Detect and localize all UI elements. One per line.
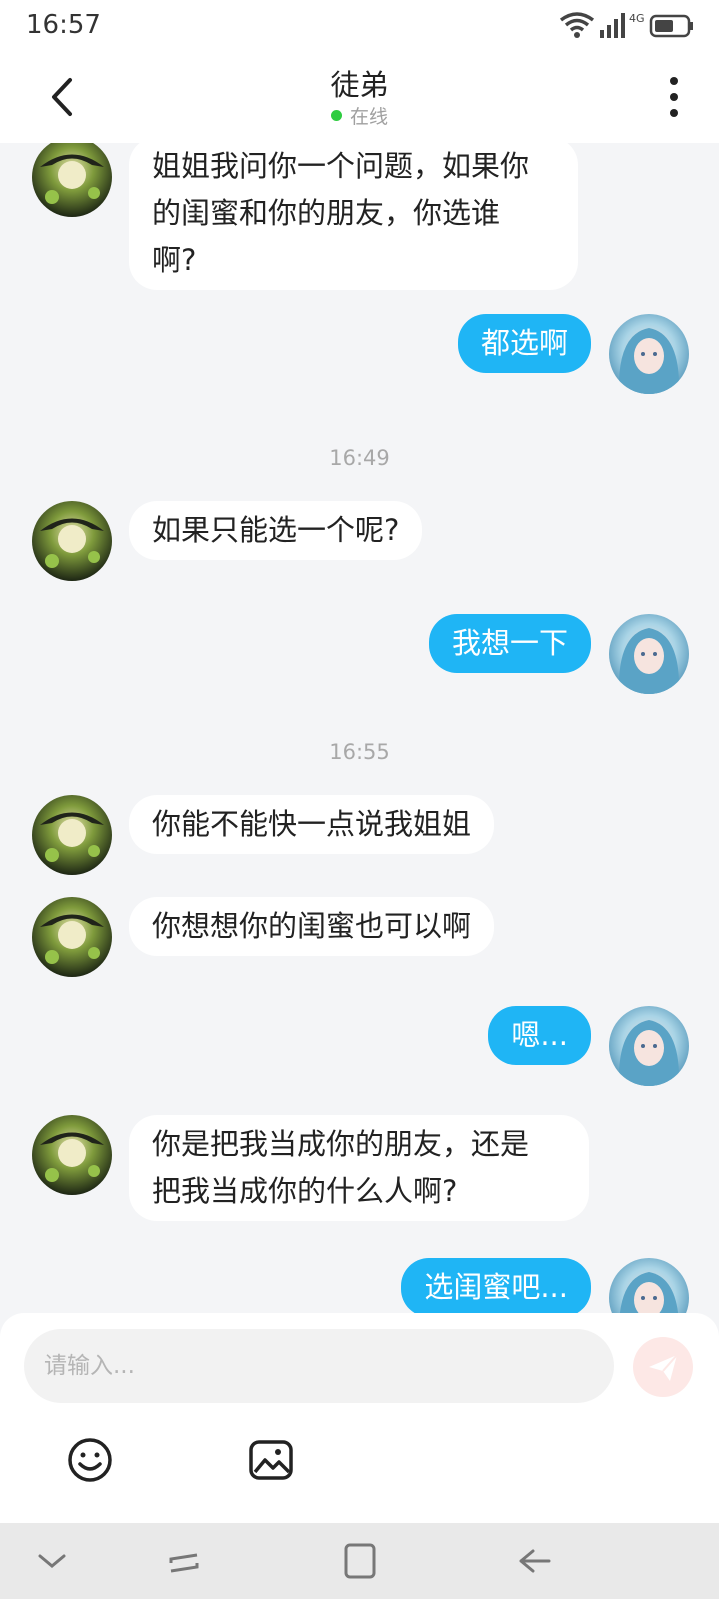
recent-apps-icon	[169, 1553, 199, 1573]
status-bar: 16:57 4G	[0, 0, 719, 50]
message-line: 的闺蜜和你的朋友，你选谁	[152, 196, 501, 230]
send-button[interactable]	[633, 1337, 693, 1397]
message-line: 把我当成你的什么人啊?	[152, 1174, 458, 1208]
message-bubble[interactable]: 如果只能选一个呢?	[129, 501, 423, 560]
message-bubble-sent[interactable]: 选闺蜜吧...	[401, 1258, 591, 1313]
message-bubble[interactable]: 你是把我当成你的朋友，还是 把我当成你的什么人啊?	[129, 1115, 589, 1221]
wifi-icon	[559, 12, 595, 38]
image-button[interactable]	[247, 1436, 295, 1484]
presence-label: 在线	[349, 106, 388, 128]
contact-name: 徒弟	[330, 68, 389, 102]
message-bubble-sent[interactable]: 我想一下	[428, 614, 591, 673]
timestamp: 16:55	[329, 740, 390, 764]
message-list[interactable]: 姐姐我问你一个问题，如果你 的闺蜜和你的朋友，你选谁 啊? 都选啊 16:49 …	[0, 143, 719, 1313]
contact-avatar[interactable]	[32, 143, 112, 217]
more-options-button[interactable]	[659, 74, 689, 120]
status-icons: 4G	[557, 10, 697, 40]
message-line: 啊?	[152, 243, 197, 277]
back-arrow-icon	[519, 1549, 551, 1573]
home-button[interactable]	[338, 1541, 382, 1581]
online-dot-icon	[330, 110, 342, 121]
timestamp: 16:49	[329, 446, 390, 470]
emoji-icon	[68, 1438, 112, 1482]
signal-icon	[600, 13, 625, 38]
message-bubble[interactable]: 你想想你的闺蜜也可以啊	[129, 897, 495, 956]
recent-apps-button[interactable]	[163, 1541, 207, 1581]
home-icon	[344, 1543, 376, 1579]
message-line: 姐姐我问你一个问题，如果你	[152, 149, 530, 183]
send-icon	[649, 1354, 678, 1381]
message-line: 你能不能快一点说我姐姐	[152, 807, 472, 841]
hide-nav-button[interactable]	[30, 1541, 74, 1581]
contact-avatar[interactable]	[32, 501, 112, 581]
contact-avatar[interactable]	[32, 897, 112, 977]
message-line: 你是把我当成你的朋友，还是	[152, 1127, 530, 1161]
chat-header: 徒弟 在线	[0, 50, 719, 143]
presence-status: 在线	[0, 102, 719, 129]
message-line: 你想想你的闺蜜也可以啊	[152, 909, 472, 943]
back-nav-button[interactable]	[513, 1541, 557, 1581]
message-input[interactable]: 请输入...	[24, 1329, 614, 1403]
contact-avatar[interactable]	[32, 1115, 112, 1195]
contact-avatar[interactable]	[32, 795, 112, 875]
emoji-button[interactable]	[66, 1436, 114, 1484]
user-avatar[interactable]	[609, 1258, 689, 1313]
user-avatar[interactable]	[609, 1006, 689, 1086]
system-nav-bar	[0, 1523, 719, 1599]
more-vertical-icon	[670, 77, 678, 117]
user-avatar[interactable]	[609, 314, 689, 394]
message-line: 如果只能选一个呢?	[152, 513, 400, 547]
status-time: 16:57	[26, 10, 101, 40]
message-line: 选闺蜜吧...	[424, 1270, 568, 1304]
message-bubble-sent[interactable]: 嗯...	[488, 1006, 591, 1065]
battery-icon	[649, 14, 693, 38]
message-bubble[interactable]: 你能不能快一点说我姐姐	[129, 795, 495, 854]
image-icon	[249, 1440, 293, 1480]
message-bubble-sent[interactable]: 都选啊	[457, 314, 591, 373]
message-bubble[interactable]: 姐姐我问你一个问题，如果你 的闺蜜和你的朋友，你选谁 啊?	[129, 143, 578, 290]
user-avatar[interactable]	[609, 614, 689, 694]
chevron-down-icon	[38, 1554, 66, 1568]
network-type-label: 4G	[629, 12, 645, 25]
message-line: 都选啊	[480, 326, 568, 360]
message-line: 嗯...	[511, 1018, 568, 1052]
message-line: 我想一下	[451, 626, 568, 660]
composer: 请输入...	[0, 1313, 719, 1523]
